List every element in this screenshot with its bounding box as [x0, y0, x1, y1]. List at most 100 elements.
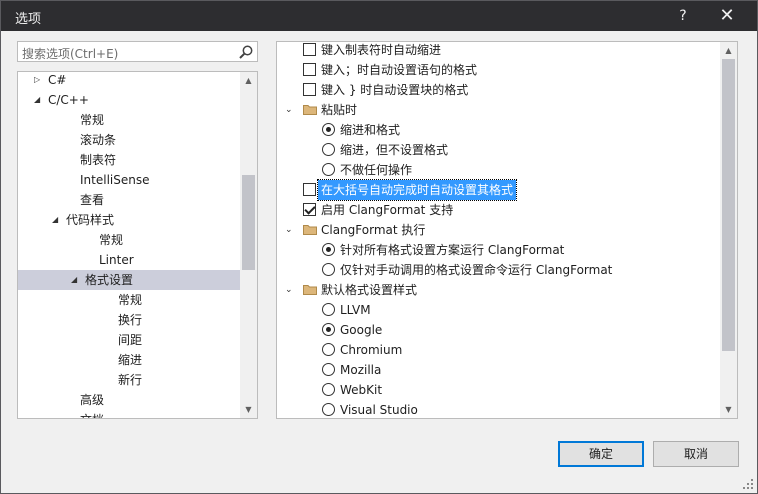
option-label: 键入；时自动设置语句的格式	[321, 63, 478, 77]
radio-button[interactable]	[322, 403, 335, 416]
radio-option[interactable]: Visual Studio	[277, 400, 717, 418]
options-dialog: 选项 ? ✕ 搜索选项(Ctrl+E) 文档 高级新行 缩进 间距 换行 常规 ◢ 格式设置 L…	[0, 0, 758, 494]
checkbox[interactable]	[303, 43, 316, 56]
tree-item[interactable]: ◢ 格式设置	[18, 270, 240, 290]
radio-option[interactable]: 不做任何操作	[277, 160, 717, 180]
scroll-up-arrow-icon[interactable]: ▲	[720, 42, 737, 59]
tree-item-label: 常规	[99, 233, 124, 247]
dialog-title: 选项	[15, 12, 42, 27]
checkbox-option[interactable]: 键入制表符时自动缩进	[277, 42, 717, 60]
radio-option[interactable]: 缩进和格式	[277, 120, 717, 140]
tree-item[interactable]: 换行	[18, 310, 240, 330]
radio-option[interactable]: Mozilla	[277, 360, 717, 380]
tree-item-label: 代码样式	[66, 213, 115, 227]
option-group[interactable]: ⌄ ClangFormat 执行	[277, 220, 717, 240]
radio-option[interactable]: LLVM	[277, 300, 717, 320]
radio-button[interactable]	[322, 263, 335, 276]
checkbox[interactable]	[303, 63, 316, 76]
radio-option[interactable]: 仅针对手动调用的格式设置命令运行 ClangFormat	[277, 260, 717, 280]
checkbox-option[interactable]: 键入；时自动设置语句的格式	[277, 60, 717, 80]
checkbox-option[interactable]: 在大括号自动完成时自动设置其格式	[277, 179, 717, 201]
option-label: 仅针对手动调用的格式设置命令运行 ClangFormat	[340, 263, 613, 277]
radio-button[interactable]	[322, 343, 335, 356]
tree-item[interactable]: 间距	[18, 330, 240, 350]
radio-option[interactable]: WebKit	[277, 380, 717, 400]
folder-icon	[303, 285, 317, 295]
tree-item-label: 制表符	[80, 153, 117, 167]
help-button[interactable]: ?	[671, 5, 695, 27]
radio-option[interactable]: Chromium	[277, 340, 717, 360]
tree-scrollbar[interactable]: ▲ ▼	[240, 72, 257, 418]
option-group[interactable]: ⌄ 粘贴时	[277, 100, 717, 120]
radio-button[interactable]	[322, 303, 335, 316]
tree-item[interactable]: ◢ 代码样式	[18, 210, 240, 230]
tree-item[interactable]: IntelliSense	[18, 170, 240, 190]
checkbox[interactable]	[303, 203, 316, 216]
folder-icon	[303, 225, 317, 235]
radio-button[interactable]	[322, 143, 335, 156]
tree-item[interactable]: 常规	[18, 290, 240, 310]
radio-button[interactable]	[322, 163, 335, 176]
checkbox[interactable]	[303, 183, 316, 196]
tree-item[interactable]: 常规	[18, 230, 240, 250]
tree-item[interactable]: 缩进	[18, 350, 240, 370]
tree-item-label: 查看	[80, 193, 105, 207]
checkbox-option[interactable]: 启用 ClangFormat 支持	[277, 200, 717, 220]
tree-item[interactable]: 新行	[18, 370, 240, 390]
scrollbar-thumb[interactable]	[242, 175, 255, 270]
tree-item-label: 间距	[118, 333, 143, 347]
search-icon[interactable]	[238, 44, 254, 60]
expanded-arrow-icon[interactable]: ◢	[52, 210, 62, 230]
option-label: 粘贴时	[321, 103, 358, 117]
option-label: 在大括号自动完成时自动设置其格式	[316, 179, 518, 201]
chevron-down-icon[interactable]: ⌄	[285, 280, 295, 300]
tree-item[interactable]: 常规	[18, 110, 240, 130]
radio-button[interactable]	[322, 123, 335, 136]
tree-item[interactable]: Linter	[18, 250, 240, 270]
options-tree[interactable]: 文档 高级新行 缩进 间距 换行 常规 ◢ 格式设置 Linter 常规 ◢ 代码样式 查看 Intell…	[17, 71, 258, 419]
tree-item-label: 文档	[80, 410, 104, 418]
search-placeholder: 搜索选项(Ctrl+E)	[22, 47, 119, 61]
scroll-down-arrow-icon[interactable]: ▼	[720, 401, 737, 418]
search-options-input[interactable]: 搜索选项(Ctrl+E)	[17, 41, 258, 62]
option-label: ClangFormat 执行	[321, 223, 426, 237]
option-label: 键入 } 时自动设置块的格式	[321, 83, 469, 97]
option-group[interactable]: ⌄ 默认格式设置样式	[277, 280, 717, 300]
tree-item[interactable]: 查看	[18, 190, 240, 210]
options-scrollbar[interactable]: ▲ ▼	[720, 42, 737, 418]
tree-item[interactable]: 高级	[18, 390, 240, 410]
cancel-button[interactable]: 取消	[653, 441, 739, 467]
tree-item[interactable]: 制表符	[18, 150, 240, 170]
tree-item[interactable]: 滚动条	[18, 130, 240, 150]
radio-option[interactable]: Google	[277, 320, 717, 340]
checkbox[interactable]	[303, 83, 316, 96]
scroll-up-arrow-icon[interactable]: ▲	[240, 72, 257, 89]
resize-grip-icon[interactable]	[743, 479, 753, 489]
scroll-down-arrow-icon[interactable]: ▼	[240, 401, 257, 418]
tree-item-label: 新行	[118, 373, 143, 387]
ok-button[interactable]: 确定	[558, 441, 644, 467]
collapsed-arrow-icon[interactable]: ▷	[34, 72, 44, 90]
chevron-down-icon[interactable]: ⌄	[285, 220, 295, 240]
expanded-arrow-icon[interactable]: ◢	[34, 90, 44, 110]
expanded-arrow-icon[interactable]: ◢	[71, 270, 81, 290]
scrollbar-thumb[interactable]	[722, 59, 735, 351]
tree-item-label: 换行	[118, 313, 143, 327]
options-panel: Visual Studio WebKit Mozilla Chromium Google…	[276, 41, 738, 419]
tree-item[interactable]: ▷ C#	[18, 72, 240, 90]
checkbox-option[interactable]: 键入 } 时自动设置块的格式	[277, 80, 717, 100]
title-bar[interactable]: 选项 ? ✕	[1, 1, 757, 31]
close-button[interactable]: ✕	[715, 5, 739, 27]
tree-item[interactable]: 文档	[18, 410, 240, 418]
tree-item-label: 缩进	[118, 353, 143, 367]
radio-button[interactable]	[322, 323, 335, 336]
option-label: 键入制表符时自动缩进	[321, 43, 442, 57]
radio-option[interactable]: 针对所有格式设置方案运行 ClangFormat	[277, 240, 717, 260]
folder-icon	[303, 105, 317, 115]
chevron-down-icon[interactable]: ⌄	[285, 100, 295, 120]
radio-button[interactable]	[322, 243, 335, 256]
radio-option[interactable]: 缩进，但不设置格式	[277, 140, 717, 160]
radio-button[interactable]	[322, 363, 335, 376]
tree-item[interactable]: ◢ C/C++	[18, 90, 240, 110]
radio-button[interactable]	[322, 383, 335, 396]
